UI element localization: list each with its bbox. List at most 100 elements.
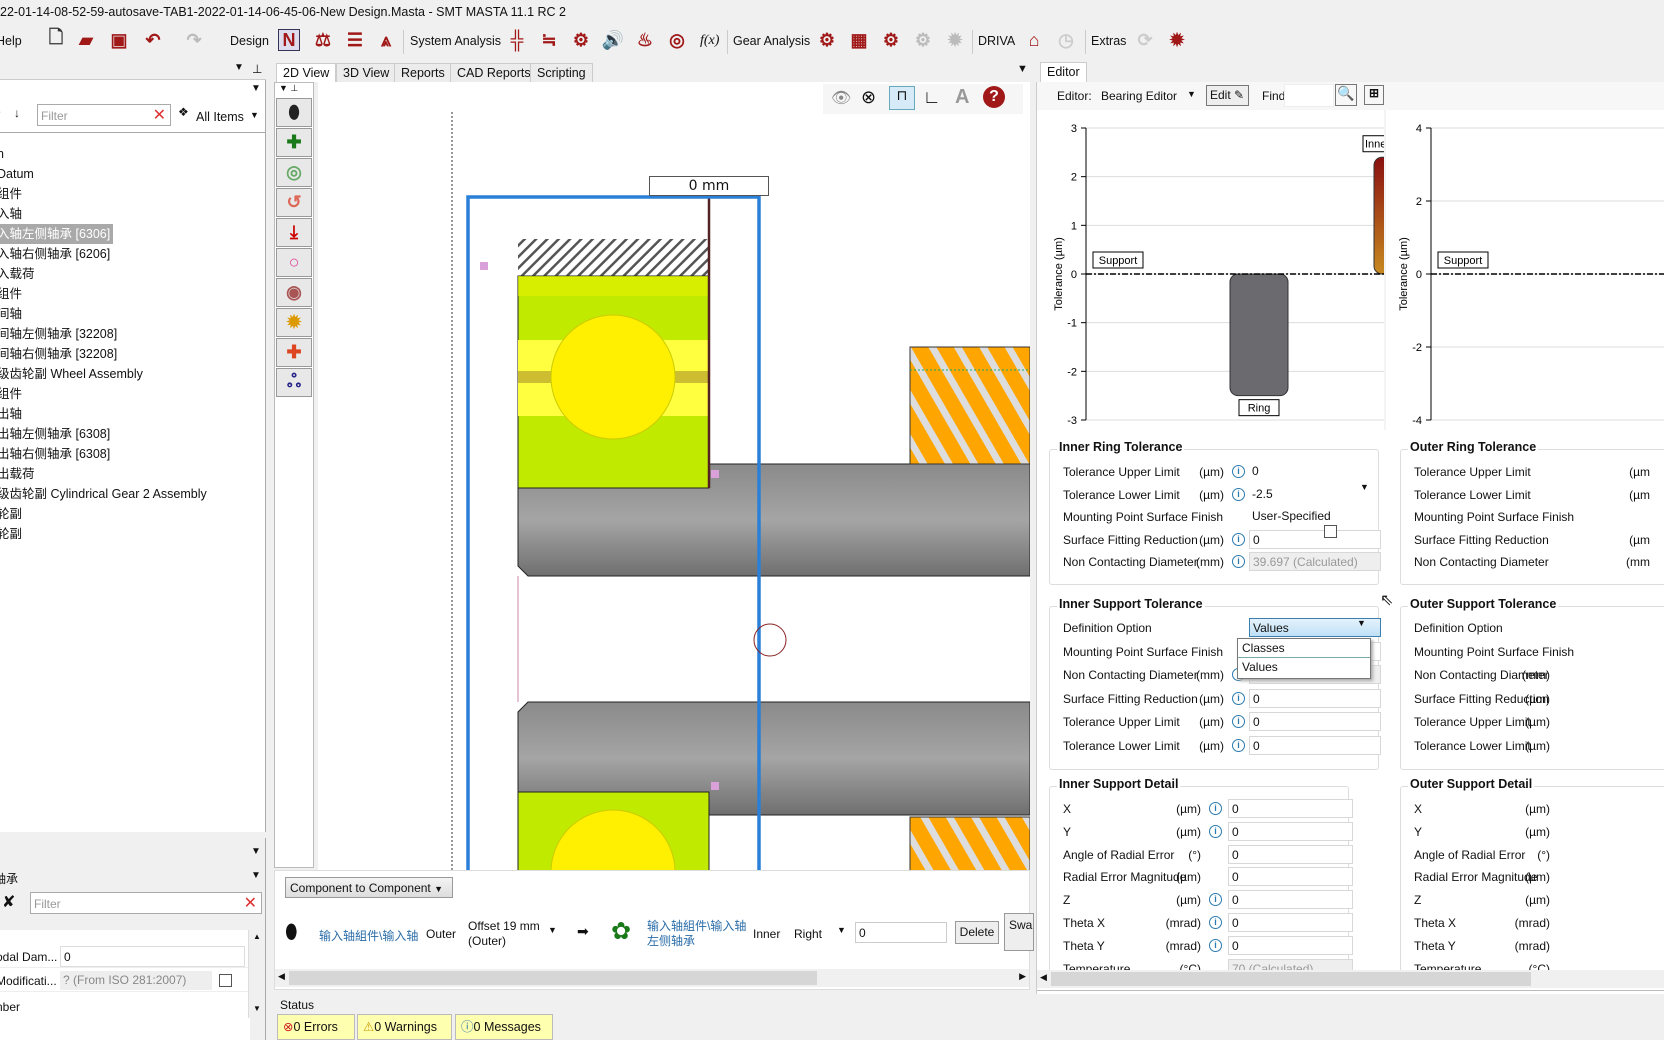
editor-type-dropdown[interactable]: Bearing Editor bbox=[1101, 89, 1177, 103]
tree-item[interactable]: 入轴 bbox=[0, 204, 25, 224]
move-up-icon[interactable]: ↑ bbox=[0, 106, 2, 120]
clock-icon[interactable]: ◷ bbox=[1055, 29, 1077, 51]
connection-scrollbar[interactable]: ◀ ▶ bbox=[275, 969, 1029, 987]
position-dropdown[interactable]: Right bbox=[794, 927, 822, 941]
dynamic-icon[interactable]: ⚙ bbox=[570, 29, 592, 51]
field-value[interactable]: 0 bbox=[1249, 529, 1381, 549]
info-icon[interactable]: i bbox=[1232, 532, 1245, 546]
tree-item[interactable]: 轮副 bbox=[0, 524, 25, 544]
field-value[interactable]: 0 bbox=[1228, 890, 1353, 910]
info-icon[interactable]: i bbox=[1232, 691, 1245, 705]
tree-item[interactable]: 间轴右侧轴承 [32208] bbox=[0, 344, 120, 364]
property-scrollbar[interactable]: ▲ ▼ bbox=[248, 930, 264, 1018]
extras-swirl-icon[interactable]: ⟳ bbox=[1134, 29, 1156, 51]
info-icon[interactable]: i bbox=[1209, 916, 1222, 929]
tree-item[interactable]: 轮副 bbox=[0, 504, 25, 524]
find-input[interactable] bbox=[1284, 84, 1334, 107]
tree-item[interactable]: 出轴左侧轴承 [6308] bbox=[0, 424, 113, 444]
field-value[interactable]: 0 bbox=[1228, 821, 1353, 841]
tab-reports[interactable]: Reports bbox=[394, 63, 452, 82]
bevel-gear-icon[interactable]: ⚙ bbox=[912, 29, 934, 51]
override-checkbox[interactable] bbox=[1324, 525, 1337, 538]
info-icon[interactable]: i bbox=[1232, 465, 1245, 478]
tree-item[interactable]: 级齿轮副 Wheel Assembly bbox=[0, 364, 146, 384]
sound-icon[interactable]: 🔊 bbox=[602, 29, 624, 51]
find-search-icon[interactable]: 🔍 bbox=[1335, 84, 1357, 106]
redo-icon[interactable]: ↷ bbox=[183, 29, 205, 51]
tab-scripting[interactable]: Scripting bbox=[530, 63, 593, 82]
gear-tooth-icon[interactable]: ⚙ bbox=[880, 29, 902, 51]
info-icon[interactable]: i bbox=[1232, 487, 1245, 501]
component-selector[interactable]: 轴承 bbox=[0, 870, 18, 887]
gear-disabled-icon[interactable]: ✹ bbox=[944, 29, 966, 51]
bearing-tool-icon[interactable]: ◎ bbox=[276, 158, 312, 187]
tree-item[interactable]: 入轴左侧轴承 [6306] bbox=[0, 224, 114, 244]
from-component-link[interactable]: 输入轴組件\输入轴 bbox=[319, 927, 418, 944]
tab-cad-reports[interactable]: CAD Reports bbox=[450, 63, 538, 82]
mass-icon[interactable]: ⚖ bbox=[312, 29, 334, 51]
new-file-icon[interactable]: 🗋 bbox=[45, 27, 67, 51]
driva-weight-icon[interactable]: ⌂ bbox=[1023, 29, 1045, 51]
editor-tab[interactable]: Editor bbox=[1040, 62, 1087, 82]
stiffness-icon[interactable]: ≒ bbox=[538, 29, 560, 51]
tree-item[interactable]: Datum bbox=[0, 164, 37, 184]
tree-item[interactable]: 组件 bbox=[0, 384, 25, 404]
to-component-link[interactable]: 输入轴組件\输入轴左侧轴承 bbox=[647, 919, 757, 949]
chevron-down-icon[interactable]: ▼ bbox=[1357, 618, 1366, 628]
field-value[interactable]: 0 bbox=[1228, 799, 1353, 818]
tree-filter-input[interactable]: Filter ✕ bbox=[37, 104, 171, 126]
errors-button[interactable]: ⊗0 Errors bbox=[277, 1014, 355, 1040]
tree-item[interactable]: 组件 bbox=[0, 284, 25, 304]
target-tool-icon[interactable]: ◉ bbox=[276, 278, 312, 307]
override-checkbox[interactable] bbox=[219, 974, 232, 987]
clear-filter-icon[interactable]: ✕ bbox=[153, 105, 166, 125]
pin-icon[interactable]: ⊥ bbox=[252, 62, 262, 76]
info-icon[interactable]: i bbox=[1232, 715, 1245, 728]
clutch-tool-icon[interactable]: ↺ bbox=[276, 188, 312, 217]
extras-gear-icon[interactable]: ✹ bbox=[1166, 29, 1188, 51]
planetary-tool-icon[interactable]: ஃ bbox=[276, 368, 312, 397]
connection-mode-dropdown[interactable]: Component to Component ▼ bbox=[285, 877, 453, 898]
tree-item[interactable]: 级齿轮副 Cylindrical Gear 2 Assembly bbox=[0, 484, 210, 504]
tabs-overflow-icon[interactable]: ▼ bbox=[1017, 63, 1028, 75]
tree-item[interactable]: 入载荷 bbox=[0, 264, 38, 284]
tree-item[interactable]: n bbox=[0, 144, 7, 164]
connection-value-input[interactable]: 0 bbox=[855, 922, 947, 943]
panel-menu-icon[interactable]: ▼ bbox=[234, 62, 244, 73]
field-value[interactable]: 0 bbox=[1249, 735, 1381, 755]
dimension-label[interactable]: 0 mm bbox=[649, 176, 769, 196]
tab-2d-view[interactable]: 2D View bbox=[276, 63, 337, 82]
undo-icon[interactable]: ↶ bbox=[142, 29, 164, 51]
menu-help[interactable]: Help bbox=[0, 34, 22, 48]
move-down-icon[interactable]: ↓ bbox=[14, 106, 20, 120]
add-window-icon[interactable]: ⊞ bbox=[1364, 85, 1384, 105]
gear-mesh-icon[interactable]: ▦ bbox=[848, 29, 870, 51]
field-value[interactable]: 0 bbox=[1228, 913, 1353, 932]
gear-tool-icon[interactable]: ✹ bbox=[276, 308, 312, 337]
load-tool-icon[interactable]: ⤓ bbox=[276, 218, 312, 247]
warnings-button[interactable]: ⚠0 Warnings bbox=[357, 1014, 452, 1040]
swap-button[interactable]: Swap bbox=[1004, 913, 1034, 951]
tree-item[interactable]: 间轴左侧轴承 [32208] bbox=[0, 324, 120, 344]
2d-view-canvas[interactable]: 👁 ⊗ ⊓ ∟ A ? 0 mm bbox=[318, 82, 1030, 870]
database-icon[interactable]: ☰ bbox=[344, 29, 366, 51]
fem-icon[interactable]: ⩓ bbox=[375, 29, 397, 51]
field-value[interactable]: 0 bbox=[1249, 712, 1381, 731]
field-value[interactable]: 0 bbox=[1249, 462, 1381, 481]
info-icon[interactable]: i bbox=[1232, 738, 1245, 752]
field-value[interactable]: 0 bbox=[1228, 867, 1353, 887]
shaft-tool-icon[interactable]: ⬮ bbox=[276, 98, 312, 127]
edit-button[interactable]: Edit ✎ bbox=[1206, 85, 1249, 106]
dropdown-arrow-icon[interactable]: ▼ bbox=[251, 83, 261, 94]
field-value[interactable]: 0 bbox=[1228, 844, 1353, 864]
info-icon[interactable]: i bbox=[1209, 802, 1222, 815]
tree-item[interactable]: 出轴 bbox=[0, 404, 25, 424]
info-icon[interactable]: i bbox=[1209, 824, 1222, 838]
messages-button[interactable]: ⓘ0 Messages bbox=[455, 1014, 553, 1040]
open-folder-icon[interactable]: ▰ bbox=[75, 29, 97, 51]
tree-item[interactable]: 组件 bbox=[0, 184, 25, 204]
tree-item[interactable]: 间轴 bbox=[0, 304, 25, 324]
field-value[interactable]: 0 bbox=[1249, 688, 1381, 708]
chevron-down-icon[interactable]: ▼ bbox=[1360, 482, 1369, 492]
tree-item[interactable]: 入轴右侧轴承 [6206] bbox=[0, 244, 113, 264]
